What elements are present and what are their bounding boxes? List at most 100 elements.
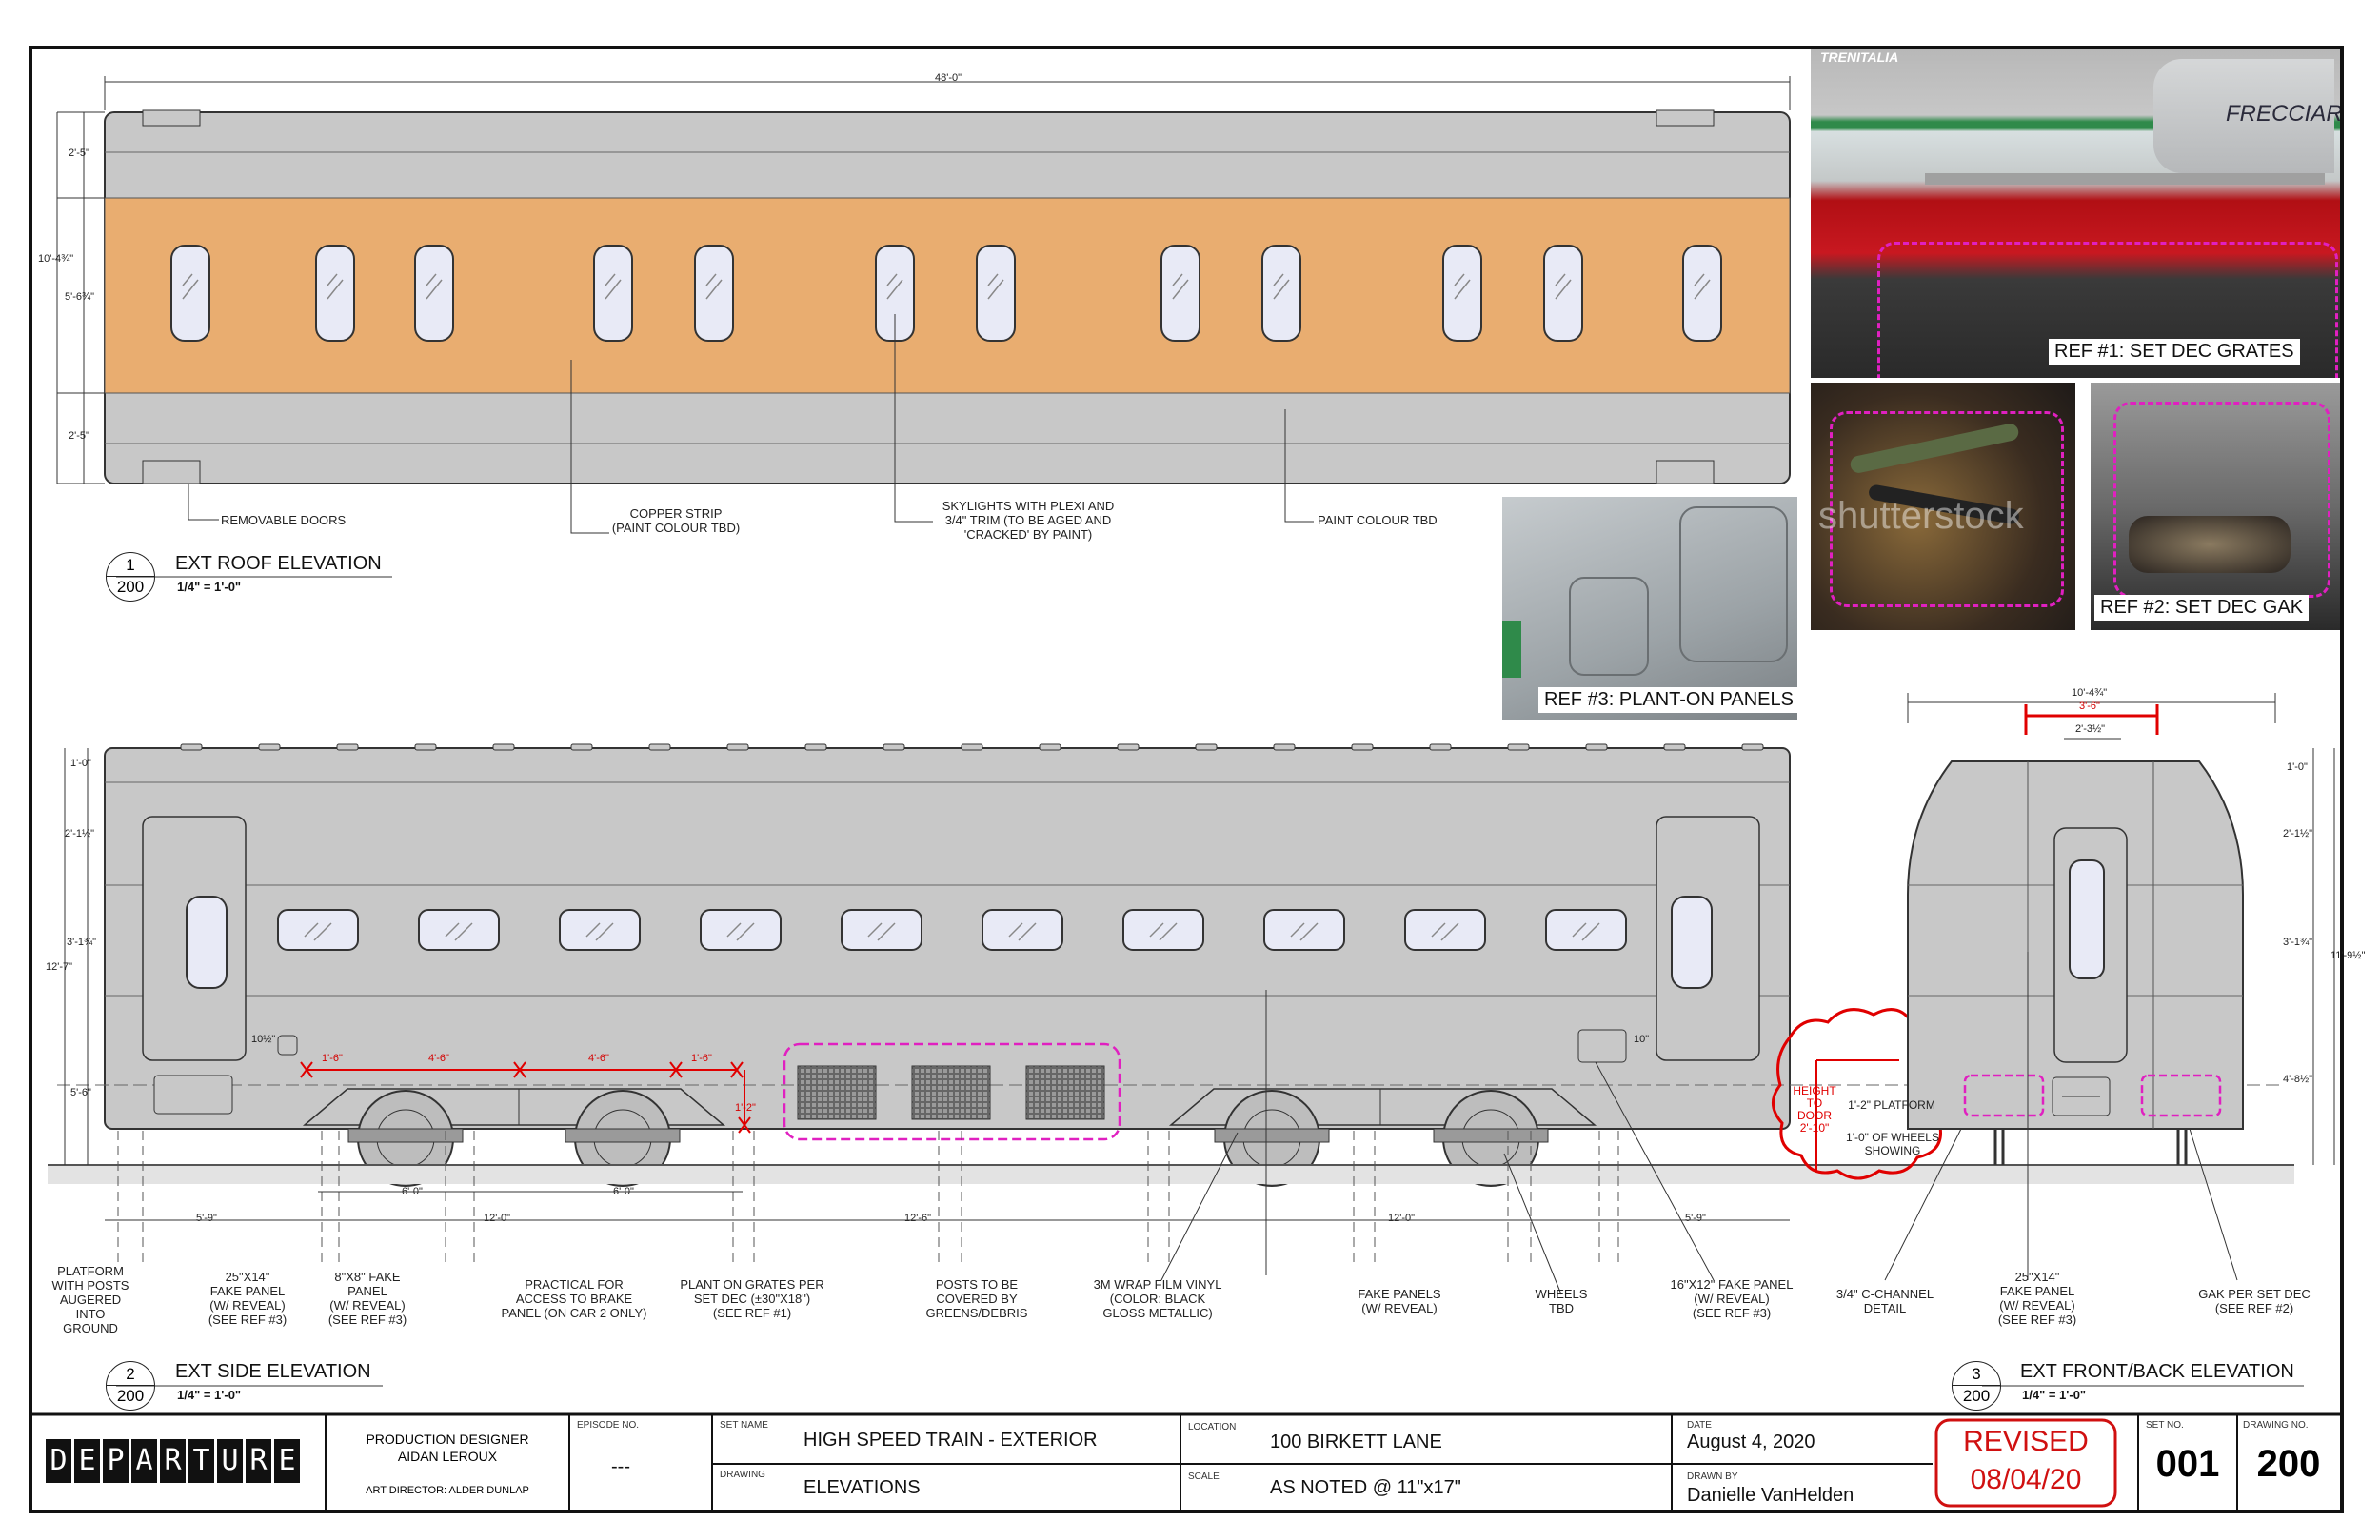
roof-dim-2: 10'-4¾" — [38, 253, 74, 265]
label-fake-panel-8x8: 8"x8" FAKE PANEL (W/ REVEAL) (SEE REF #3… — [327, 1270, 407, 1327]
set-no-value: 001 — [2155, 1443, 2220, 1485]
cloud-platform-note: 1'-2" PLATFORM — [1848, 1098, 1935, 1112]
side-window — [1545, 909, 1627, 951]
side-window — [1122, 909, 1204, 951]
side-dim-5: 5'-6" — [70, 1087, 91, 1098]
front-scale: 1/4" = 1'-0" — [2022, 1388, 2087, 1402]
side-dim-1: 1'-0" — [70, 758, 91, 769]
production-designer: AIDAN LEROUX — [397, 1449, 498, 1464]
label-c-channel: 3/4" C-CHANNEL DETAIL — [1835, 1287, 1934, 1315]
location-label: LOCATION — [1188, 1422, 1237, 1432]
red-dim-5: 1'-2" — [735, 1102, 756, 1114]
logo-letter: T — [188, 1439, 214, 1483]
label-fake-panel-16x12: 16"x12" FAKE PANEL (W/ REVEAL) (SEE REF … — [1670, 1277, 1794, 1320]
bottom-dim-r2-b: 12'-0" — [484, 1213, 511, 1224]
red-dim-4: 1'-6" — [691, 1053, 712, 1064]
label-posts: POSTS TO BE COVERED BY GREENS/DEBRIS — [925, 1277, 1028, 1320]
roof-title: EXT ROOF ELEVATION — [175, 553, 382, 574]
label-copper-strip: COPPER STRIP (PAINT COLOUR TBD) — [611, 506, 741, 535]
logo-letter: P — [103, 1439, 129, 1483]
ref1-caption: REF #1: SET DEC GRATES — [2049, 339, 2300, 365]
front-inner-dim: 2'-3½" — [2075, 723, 2106, 735]
drawn-by-label: DRAWN BY — [1687, 1471, 1738, 1482]
copper-strip — [104, 197, 1791, 394]
front-dim-2: 2'-1½" — [2283, 828, 2313, 839]
label-gak: GAK PER SET DEC (SEE REF #2) — [2198, 1287, 2311, 1315]
skylight — [170, 245, 210, 342]
front-elevation — [1884, 693, 2335, 1387]
side-window — [1404, 909, 1486, 951]
side-window — [1263, 909, 1345, 951]
skylight — [1442, 245, 1482, 342]
ref1-overlay-text: TRENITALIA — [1820, 49, 1899, 65]
location-value: 100 BIRKETT LANE — [1270, 1431, 1442, 1452]
front-dim-4: 11'-9½" — [2330, 950, 2366, 961]
logo-letter: E — [74, 1439, 100, 1483]
bottom-dim-r1-b: 6'-0" — [613, 1186, 634, 1197]
drawn-by-value: Danielle VanHelden — [1687, 1485, 1854, 1506]
roof-dim-3: 5'-6¾" — [65, 291, 95, 303]
side-dim-3: 3'-1¾" — [67, 937, 97, 948]
label-fake-panel-25x14: 25"x14" FAKE PANEL (W/ REVEAL) (SEE REF … — [208, 1270, 288, 1327]
label-plant-on-grates: PLANT ON GRATES PER SET DEC (±30"x18") (… — [680, 1277, 824, 1320]
skylight — [1261, 245, 1301, 342]
side-window — [700, 909, 782, 951]
side-title: EXT SIDE ELEVATION — [175, 1361, 371, 1382]
label-wheels: WHEELS TBD — [1535, 1287, 1588, 1315]
skylight — [1682, 245, 1722, 342]
roof-overall-dim: 48'-0" — [935, 72, 962, 84]
ref3-caption: REF #3: PLANT-ON PANELS — [1538, 687, 1799, 713]
drawing-no-value: 200 — [2256, 1443, 2321, 1485]
logo-letter: U — [217, 1439, 243, 1483]
side-window — [418, 909, 500, 951]
production-designer-label: PRODUCTION DESIGNER — [366, 1431, 529, 1447]
departure-logo: DEPARTURE — [46, 1439, 300, 1485]
front-dim-1: 1'-0" — [2287, 761, 2308, 773]
logo-letter: R — [160, 1439, 186, 1483]
side-dim-4: 12'-7" — [46, 961, 73, 973]
label-platform: PLATFORM WITH POSTS AUGERED INTO GROUND — [51, 1264, 129, 1335]
bottom-dim-r2-a: 5'-9" — [196, 1213, 217, 1224]
cloud-height-note: HEIGHT TO DOOR 2'-10" — [1793, 1084, 1836, 1135]
ref-photo-grates: TRENITALIA FRECCIARGE — [1811, 49, 2340, 378]
front-view-tag: 3 200 — [1952, 1361, 2001, 1411]
ref2-caption: REF #2: SET DEC GAK — [2094, 595, 2310, 621]
roof-dim-4: 2'-5" — [69, 430, 89, 442]
side-window — [841, 909, 922, 951]
skylight — [414, 245, 454, 342]
roof-view-tag: 1 200 — [106, 552, 155, 602]
skylight — [315, 245, 355, 342]
revised-date: 08/04/20 — [1970, 1464, 2082, 1495]
bottom-dim-r2-d: 12'-0" — [1388, 1213, 1416, 1224]
scale-value: AS NOTED @ 11"x17" — [1270, 1477, 1461, 1498]
front-title: EXT FRONT/BACK ELEVATION — [2020, 1361, 2294, 1382]
ref-photo-gak-right — [2091, 383, 2340, 630]
label-removable-doors: REMOVABLE DOORS — [221, 513, 347, 527]
logo-letter: A — [131, 1439, 157, 1483]
label-fake-panels: FAKE PANELS (W/ REVEAL) — [1358, 1287, 1441, 1315]
label-skylights: SKYLIGHTS WITH PLEXI AND 3/4" TRIM (TO B… — [942, 499, 1115, 542]
ref2-watermark: shutterstock — [1818, 495, 2024, 537]
skylight — [1543, 245, 1583, 342]
episode-label: EPISODE NO. — [577, 1420, 640, 1431]
date-label: DATE — [1687, 1420, 1712, 1431]
skylight — [976, 245, 1016, 342]
ref1-overlay-brand: FRECCIARGE — [2226, 101, 2340, 127]
logo-letter: E — [274, 1439, 300, 1483]
label-practical: PRACTICAL FOR ACCESS TO BRAKE PANEL (ON … — [501, 1277, 647, 1320]
front-top-dim: 10'-4¾" — [2072, 687, 2108, 699]
front-dim-3: 3'-1¾" — [2283, 937, 2313, 948]
small-dim-1: 10½" — [251, 1034, 276, 1045]
bottom-dim-r1-a: 6'-0" — [402, 1186, 423, 1197]
label-wrap-film: 3M WRAP FILM VINYL (COLOR: BLACK GLOSS M… — [1093, 1277, 1222, 1320]
label-front-fake-panel: 25"x14" FAKE PANEL (W/ REVEAL) (SEE REF … — [1997, 1270, 2077, 1327]
front-red-dim: 3'-6" — [2079, 701, 2100, 712]
art-director: ART DIRECTOR: ALDER DUNLAP — [366, 1485, 529, 1496]
skylight — [593, 245, 633, 342]
skylight — [1160, 245, 1200, 342]
logo-letter: R — [246, 1439, 271, 1483]
drawing-value: ELEVATIONS — [803, 1477, 921, 1498]
bottom-dim-r2-e: 5'-9" — [1685, 1213, 1706, 1224]
logo-letter: D — [46, 1439, 71, 1483]
drawing-no-label: DRAWING NO. — [2243, 1420, 2309, 1431]
